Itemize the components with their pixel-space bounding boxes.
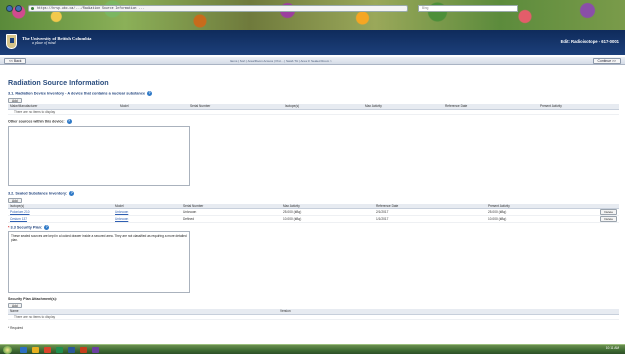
isotope-link[interactable]: Cesium 137 xyxy=(10,217,27,221)
empty-message: There are no items to display xyxy=(8,314,619,320)
browser-back-icon[interactable] xyxy=(6,5,13,12)
table-row: Cesium 137 Unknown Defined 10.000 (kBq) … xyxy=(8,215,619,223)
device-inventory-title: 3.1. Radiation Device Inventory - A devi… xyxy=(8,91,146,96)
word-icon[interactable] xyxy=(68,347,75,353)
max-activity-cell: 10.000 (kBq) xyxy=(281,215,374,223)
browser-address-bar[interactable]: https://hrsp.ubc.ca/.../Radiation Source… xyxy=(28,5,408,12)
ie-icon[interactable] xyxy=(20,347,27,353)
reference-date-cell: 1/1/2017 xyxy=(374,215,486,223)
isotope-link[interactable]: Polonium 210 xyxy=(10,210,30,214)
security-plan-heading: * 3.3 Security Plan:? xyxy=(8,225,619,230)
taskbar-clock[interactable]: 10:11 AM xyxy=(606,346,619,350)
other-sources-label: Other sources within this device: xyxy=(8,118,65,123)
serial-cell: Unknown xyxy=(181,208,281,216)
security-plan-textarea[interactable]: These sealed sources are kept in a locke… xyxy=(8,231,190,293)
university-motto: a place of mind xyxy=(32,41,56,45)
url-text: https://hrsp.ubc.ca/.../Radiation Source… xyxy=(37,6,145,10)
other-sources-textarea[interactable] xyxy=(8,125,190,186)
site-header: The University of British Columbia a pla… xyxy=(0,30,625,55)
present-activity-cell: 10.000 (kBq) xyxy=(486,215,595,223)
security-plan-label: 3.3 Security Plan: xyxy=(10,225,43,230)
back-button[interactable]: << Back xyxy=(4,58,27,64)
device-inventory-table: Make/Manufacturer Model Serial Number Is… xyxy=(8,104,619,115)
attachments-heading: Security Plan Attachment(s): xyxy=(8,297,57,301)
edit-record-title: Edit: Radioisotope - 617-0001 xyxy=(560,39,619,44)
secure-lock-icon xyxy=(31,7,34,10)
ubc-crest-icon xyxy=(6,34,17,49)
excel-icon[interactable] xyxy=(56,347,63,353)
add-device-button[interactable]: Add xyxy=(8,98,22,103)
help-icon[interactable]: ? xyxy=(66,118,72,124)
attachments-table: Name Version There are no items to displ… xyxy=(8,309,619,320)
sealed-inventory-table: Isotope(s) Model Serial Number Max Activ… xyxy=(8,203,619,223)
delete-button[interactable]: Delete xyxy=(600,216,617,222)
page-title: Radiation Source Information xyxy=(8,78,109,87)
add-sealed-button[interactable]: Add xyxy=(8,197,22,203)
sealed-inventory-heading: 3.2. Sealed Substance Inventory:? xyxy=(8,190,619,196)
required-marker: * xyxy=(8,225,10,230)
media-icon[interactable] xyxy=(44,347,51,353)
browser-forward-icon[interactable] xyxy=(15,5,22,12)
delete-button[interactable]: Delete xyxy=(600,209,617,215)
model-link[interactable]: Unknown xyxy=(115,217,128,221)
reference-date-cell: 2/1/2017 xyxy=(374,208,486,216)
step-breadcrumbs[interactable]: Items | Sort | Area/Room Access | Prot..… xyxy=(230,58,332,64)
main-content: Radiation Source Information 3.1. Radiat… xyxy=(8,78,619,330)
serial-cell: Defined xyxy=(181,215,281,223)
present-activity-cell: 25.000 (kBq) xyxy=(486,208,595,216)
powerpoint-icon[interactable] xyxy=(80,347,87,353)
model-link[interactable]: Unknown xyxy=(115,210,128,214)
empty-message: There are no items to display xyxy=(8,109,619,115)
other-sources-heading: Other sources within this device:? xyxy=(8,118,619,124)
help-icon[interactable]: ? xyxy=(69,190,75,196)
table-row: Polonium 210 Unknown Unknown 25.000 (kBq… xyxy=(8,208,619,216)
max-activity-cell: 25.000 (kBq) xyxy=(281,208,374,216)
sealed-inventory-title: 3.2. Sealed Substance Inventory: xyxy=(8,191,68,195)
start-button-icon[interactable] xyxy=(3,346,12,354)
required-footnote: * Required xyxy=(8,325,24,330)
continue-button[interactable]: Continue >> xyxy=(592,58,621,64)
help-icon[interactable]: ? xyxy=(44,225,50,230)
onenote-icon[interactable] xyxy=(92,347,99,353)
help-icon[interactable]: ? xyxy=(147,91,153,96)
folder-icon[interactable] xyxy=(32,347,39,353)
windows-taskbar: 10:11 AM xyxy=(0,344,625,354)
form-navbar: << Back Items | Sort | Area/Room Access … xyxy=(0,57,625,65)
device-inventory-heading: 3.1. Radiation Device Inventory - A devi… xyxy=(8,91,619,96)
add-attachment-button[interactable]: Add xyxy=(8,303,22,308)
browser-search-box[interactable]: Bing xyxy=(418,5,518,12)
